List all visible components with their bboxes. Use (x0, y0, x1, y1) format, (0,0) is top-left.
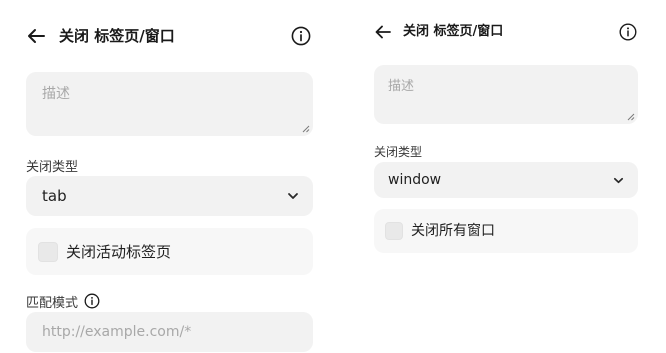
match-pattern-input-box (26, 312, 313, 352)
page-title: 关闭 标签页/窗口 (403, 24, 504, 39)
panel-header: 关闭 标签页/窗口 (374, 22, 638, 42)
close-type-select[interactable]: tab (26, 176, 313, 216)
match-pattern-label: 匹配模式 (26, 295, 79, 311)
description-textarea[interactable]: 描述 (374, 65, 638, 124)
close-active-tab-label: 关闭活动标签页 (66, 243, 172, 261)
page-title: 关闭 标签页/窗口 (59, 27, 175, 45)
back-arrow-icon[interactable] (26, 26, 46, 46)
close-all-windows-label: 关闭所有窗口 (411, 223, 495, 239)
panel-header: 关闭 标签页/窗口 (26, 26, 313, 46)
match-pattern-input[interactable] (26, 312, 313, 352)
description-placeholder: 描述 (388, 79, 415, 94)
match-pattern-label-row: 匹配模式 (26, 291, 100, 311)
info-icon[interactable] (619, 23, 637, 41)
resize-grip-icon[interactable] (302, 125, 310, 133)
resize-grip-icon[interactable] (627, 113, 635, 121)
close-all-windows-checkbox[interactable] (385, 222, 403, 240)
description-textarea[interactable]: 描述 (26, 72, 313, 136)
close-type-value: tab (42, 187, 67, 205)
info-icon[interactable] (291, 26, 311, 46)
close-active-tab-checkbox[interactable] (38, 242, 58, 262)
close-all-windows-row[interactable]: 关闭所有窗口 (374, 209, 638, 253)
close-type-select[interactable]: window (374, 162, 638, 198)
description-placeholder: 描述 (42, 86, 70, 102)
close-type-label: 关闭类型 (374, 144, 423, 159)
close-active-tab-row[interactable]: 关闭活动标签页 (26, 228, 313, 275)
back-arrow-icon[interactable] (374, 22, 392, 42)
chevron-down-icon (613, 175, 624, 186)
close-type-value: window (388, 172, 442, 188)
close-type-label: 关闭类型 (26, 159, 79, 175)
chevron-down-icon (287, 190, 299, 202)
info-icon[interactable] (84, 293, 100, 309)
